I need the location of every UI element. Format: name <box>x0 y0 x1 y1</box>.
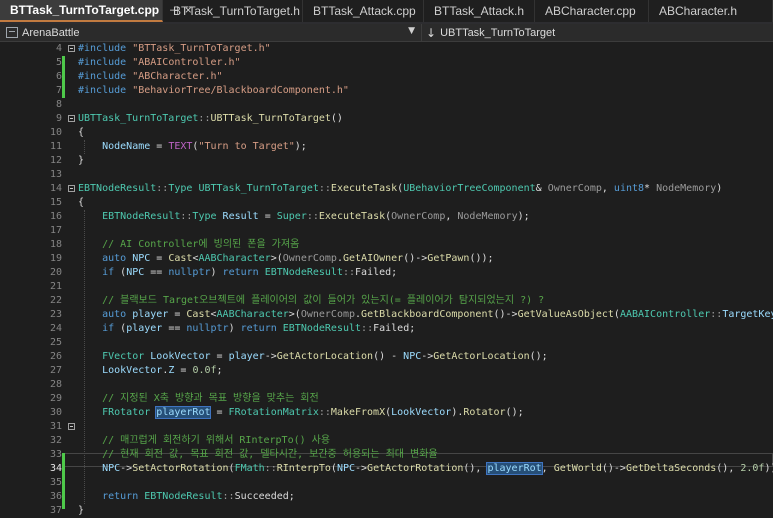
code-line: FRotator playerRot = FRotationMatrix::Ma… <box>102 406 524 419</box>
code-editor[interactable]: 4 5 6 7 8 9 10 11 12 13 14 15 16 17 18 19 20 21 22 23 24 25 26… <box>0 42 773 516</box>
code-line: auto NPC = Cast<AABCharacter>(OwnerComp.… <box>102 253 494 264</box>
code-line: LookVector.Z = 0.0f; <box>102 365 223 376</box>
line-number-gutter: 4 5 6 7 8 9 10 11 12 13 14 15 16 17 18 19 20 21 22 23 24 25 26… <box>16 42 62 516</box>
line-number: 28 <box>49 379 62 390</box>
line-number: 35 <box>49 477 62 488</box>
line-number: 26 <box>49 351 62 362</box>
tab-bttask-turntotarget-h[interactable]: BTTask_TurnToTarget.h <box>163 0 303 22</box>
project-dropdown[interactable]: ArenaBattle ▼ <box>0 24 422 41</box>
line-number: 4 <box>55 43 62 54</box>
code-line: // 현재 회전 값, 목표 회전 값, 델타시간, 보간중 허용되는 최대 변… <box>102 449 438 460</box>
line-number: 29 <box>49 393 62 404</box>
line-number: 5 <box>55 57 62 68</box>
code-line: if (NPC == nullptr) return EBTNodeResult… <box>102 267 398 278</box>
line-number: 12 <box>49 155 62 166</box>
tab-label: BTTask_TurnToTarget.cpp <box>10 3 160 17</box>
class-scope-icon: ↓ <box>426 25 437 40</box>
code-line: #include "BTTask_TurnToTarget.h" <box>78 43 271 54</box>
line-number: 37 <box>49 505 62 516</box>
code-line: auto player = Cast<AABCharacter>(OwnerCo… <box>102 309 773 320</box>
code-line: // 블랙보드 Target오브젝트에 플레이어의 값이 들어가 있는지(= 플… <box>102 295 545 306</box>
code-line: FVector LookVector = player->GetActorLoc… <box>102 351 548 362</box>
collapse-icon[interactable] <box>68 185 75 192</box>
tab-abcharacter-h[interactable]: ABCharacter.h <box>649 0 773 22</box>
line-number: 30 <box>49 407 62 418</box>
tab-bttask-turntotarget-cpp[interactable]: BTTask_TurnToTarget.cpp ⊣ × <box>0 0 192 22</box>
code-line: return EBTNodeResult::Succeeded; <box>102 491 295 502</box>
collapse-icon[interactable] <box>68 423 75 430</box>
code-line: EBTNodeResult::Type UBTTask_TurnToTarget… <box>78 183 723 194</box>
collapse-icon[interactable] <box>68 115 75 122</box>
code-line: #include "ABCharacter.h" <box>78 71 223 82</box>
navigation-bar: ArenaBattle ▼ ↓ UBTTask_TurnToTarget <box>0 24 773 42</box>
line-number: 8 <box>55 99 62 110</box>
line-number: 13 <box>49 169 62 180</box>
tab-abcharacter-cpp[interactable]: ABCharacter.cpp <box>535 0 649 22</box>
indicator-margin <box>0 42 16 515</box>
scope-dropdown[interactable]: ↓ UBTTask_TurnToTarget <box>422 24 773 41</box>
code-line: if (player == nullptr) return EBTNodeRes… <box>102 323 416 334</box>
symbol-highlight: playerRot <box>155 406 212 419</box>
code-line: #include "BehaviorTree/BlackboardCompone… <box>78 85 349 96</box>
line-number: 10 <box>49 127 62 138</box>
line-number: 17 <box>49 225 62 236</box>
line-number: 6 <box>55 71 62 82</box>
scope-name: UBTTask_TurnToTarget <box>440 26 556 39</box>
code-line: EBTNodeResult::Type Result = Super::Exec… <box>102 211 530 222</box>
project-name: ArenaBattle <box>22 26 80 39</box>
line-number: 34 <box>49 463 62 474</box>
code-line: } <box>78 155 85 166</box>
change-indicator <box>62 56 65 98</box>
tab-label: ABCharacter.h <box>659 4 738 18</box>
code-line: // AI Controller에 빙의된 폰을 가져옴 <box>102 239 300 250</box>
tab-bttask-attack-h[interactable]: BTTask_Attack.h <box>424 0 535 22</box>
code-line: UBTTask_TurnToTarget::UBTTask_TurnToTarg… <box>78 113 343 124</box>
chevron-down-icon: ▼ <box>408 26 415 36</box>
line-number: 11 <box>49 141 62 152</box>
tab-bar: BTTask_TurnToTarget.cpp ⊣ × BTTask_TurnT… <box>0 0 773 24</box>
line-number: 14 <box>49 183 62 194</box>
collapse-icon[interactable] <box>68 45 75 52</box>
line-number: 31 <box>49 421 62 432</box>
line-number: 25 <box>49 337 62 348</box>
line-number: 16 <box>49 211 62 222</box>
line-number: 9 <box>55 113 62 124</box>
symbol-highlight: playerRot <box>486 462 543 475</box>
project-icon <box>6 27 18 38</box>
change-indicator <box>62 453 65 509</box>
code-line: } <box>78 505 85 516</box>
line-number: 32 <box>49 435 62 446</box>
line-number: 33 <box>49 449 62 460</box>
line-number: 22 <box>49 295 62 306</box>
line-number: 15 <box>49 197 62 208</box>
code-line: NPC->SetActorRotation(FMath::RInterpTo(N… <box>102 462 773 475</box>
code-line: // 매끄럽게 회전하기 위해서 RInterpTo() 사용 <box>102 435 331 446</box>
code-line: NodeName = TEXT("Turn to Target"); <box>102 141 307 152</box>
tab-label: BTTask_Attack.h <box>434 4 525 18</box>
line-number: 23 <box>49 309 62 320</box>
code-line: { <box>78 197 85 208</box>
line-number: 21 <box>49 281 62 292</box>
tab-label: ABCharacter.cpp <box>545 4 636 18</box>
line-number: 27 <box>49 365 62 376</box>
line-number: 36 <box>49 491 62 502</box>
line-number: 18 <box>49 239 62 250</box>
tab-label: BTTask_Attack.cpp <box>313 4 416 18</box>
line-number: 20 <box>49 267 62 278</box>
line-number: 19 <box>49 253 62 264</box>
line-number: 24 <box>49 323 62 334</box>
code-line: // 지정된 X축 방향과 목표 방향을 맞추는 회전 <box>102 393 319 404</box>
line-number: 7 <box>55 85 62 96</box>
tab-bttask-attack-cpp[interactable]: BTTask_Attack.cpp <box>303 0 424 22</box>
code-line: #include "ABAIController.h" <box>78 57 241 68</box>
tab-label: BTTask_TurnToTarget.h <box>173 4 300 18</box>
code-line: { <box>78 127 85 138</box>
